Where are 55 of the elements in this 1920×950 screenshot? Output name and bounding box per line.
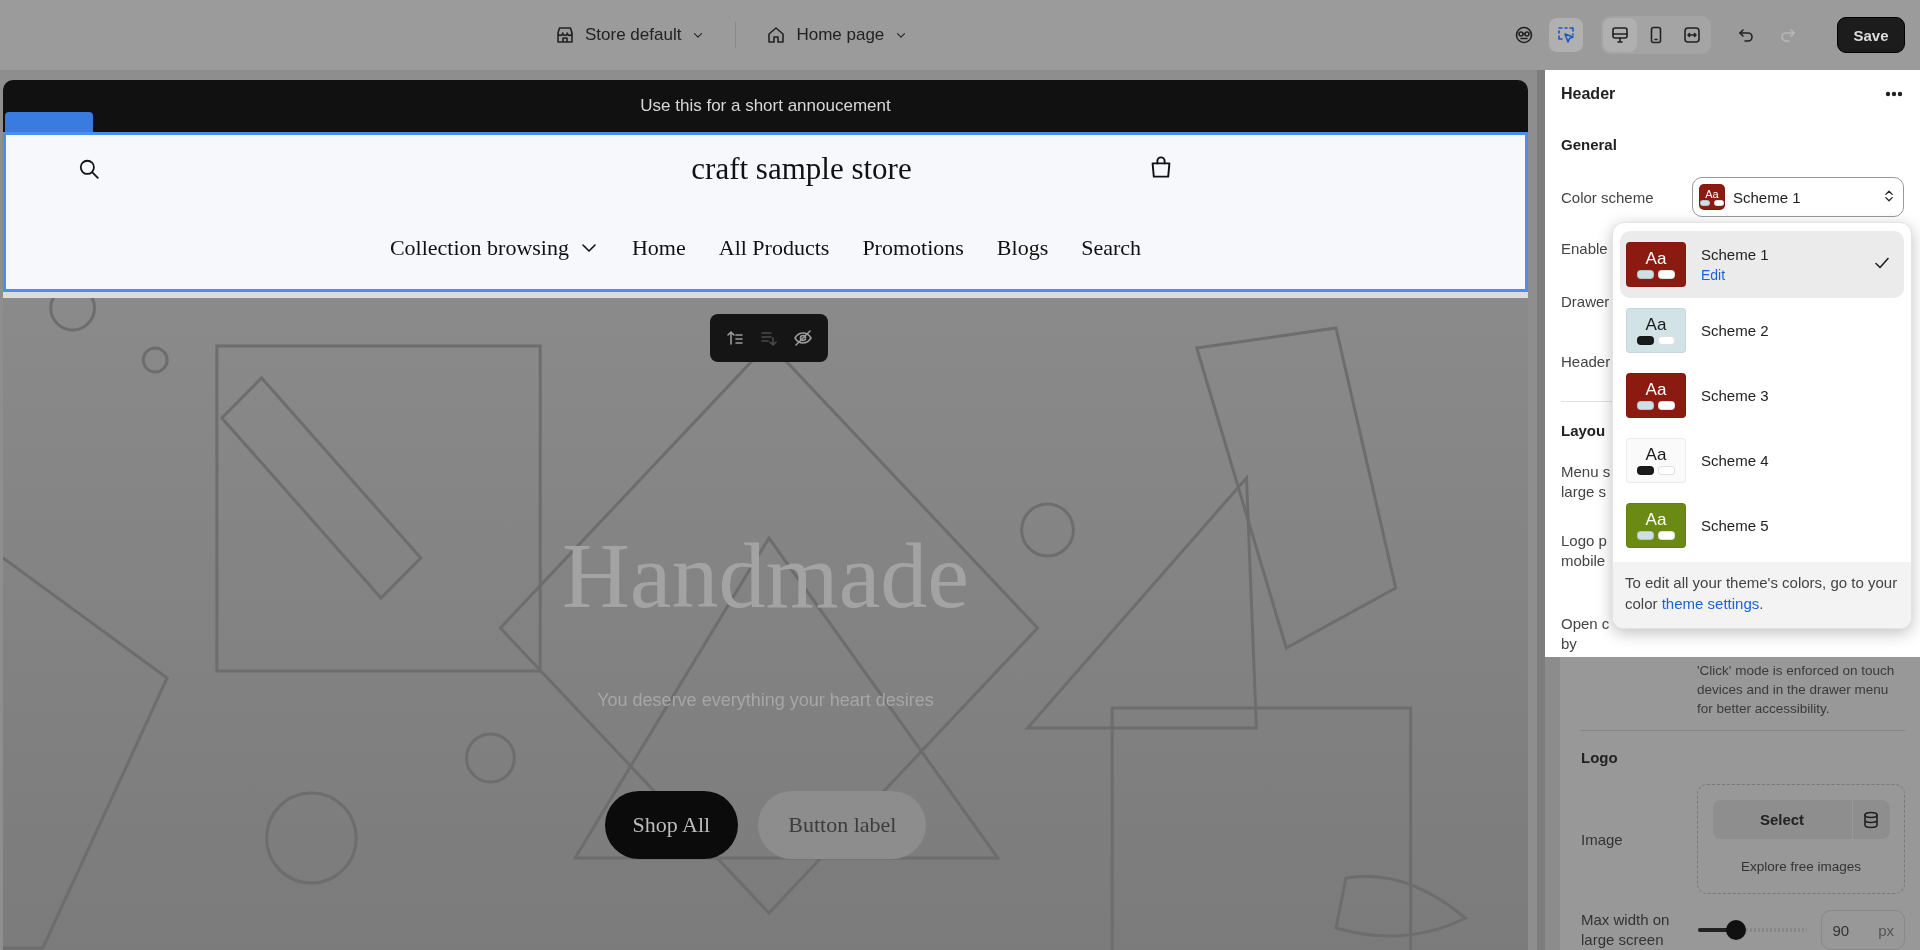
setting-label: Logo p mobile bbox=[1561, 531, 1607, 571]
setting-label: Max width on large screen bbox=[1581, 910, 1671, 950]
setting-label: Drawer bbox=[1561, 292, 1610, 310]
setting-label: Menu s large s bbox=[1561, 462, 1611, 502]
shopping-bag-icon bbox=[1149, 155, 1173, 179]
color-swatch: Aa bbox=[1699, 184, 1725, 210]
move-up-icon bbox=[725, 328, 745, 348]
search-icon bbox=[78, 158, 100, 180]
setting-label: Header bbox=[1561, 352, 1611, 370]
color-swatch: Aa bbox=[1626, 373, 1686, 418]
nav-link[interactable]: Search bbox=[1081, 235, 1142, 261]
scheme-option[interactable]: Aa Scheme 5 bbox=[1620, 493, 1904, 558]
store-icon bbox=[555, 25, 575, 45]
database-icon bbox=[1861, 809, 1881, 830]
section-heading: Layou bbox=[1561, 421, 1606, 439]
color-swatch: Aa bbox=[1626, 308, 1686, 353]
hide-icon bbox=[793, 328, 813, 348]
home-icon bbox=[766, 25, 787, 45]
select-tool-icon bbox=[1556, 25, 1576, 45]
helper-text: 'Click' mode is enforced on touch devices and in the drawer menu for better accessibility. bbox=[1697, 662, 1896, 718]
setting-label: Open c by bbox=[1561, 614, 1610, 654]
save-button[interactable]: Save bbox=[1837, 17, 1905, 53]
section-heading: Logo bbox=[1581, 749, 1619, 766]
color-swatch: Aa bbox=[1626, 503, 1686, 548]
color-scheme-select[interactable]: Aa Scheme 1 bbox=[1692, 177, 1904, 217]
edit-link[interactable]: Edit bbox=[1701, 267, 1769, 283]
desktop-icon bbox=[1610, 25, 1630, 45]
number-field[interactable]: 90 px bbox=[1821, 910, 1905, 950]
glasses-face-icon bbox=[1514, 25, 1534, 45]
nav-link[interactable]: Home bbox=[632, 235, 686, 261]
scheme-option[interactable]: Aa Scheme 2 bbox=[1620, 298, 1904, 363]
theme-selector[interactable]: Store default bbox=[555, 25, 706, 45]
nav-link[interactable]: Blogs bbox=[996, 235, 1049, 261]
color-swatch: Aa bbox=[1626, 438, 1686, 483]
desktop-view-button[interactable] bbox=[1603, 18, 1637, 52]
explore-link[interactable]: Explore free images bbox=[1740, 859, 1862, 874]
scheme-option[interactable]: Aa Scheme 4 bbox=[1620, 428, 1904, 493]
header-section[interactable]: craft sample store Collection browsing Home All Products Promotions Blogs Search bbox=[3, 132, 1528, 292]
setting-label: Color scheme bbox=[1561, 188, 1654, 206]
setting-label: Enable bbox=[1561, 239, 1608, 257]
section-heading: General bbox=[1561, 135, 1617, 153]
page-selector[interactable]: Home page bbox=[766, 25, 909, 45]
menu-footnote: To edit all your theme's colors, go to your color theme settings. bbox=[1613, 562, 1911, 628]
store-name[interactable]: craft sample store bbox=[691, 151, 912, 187]
scheme-option[interactable]: Aa Scheme 1 Edit bbox=[1620, 231, 1904, 298]
select-tool-button[interactable] bbox=[1549, 18, 1583, 52]
announcement-text: Use this for a short annoucement bbox=[640, 96, 891, 116]
scheme-option[interactable]: Aa Scheme 3 bbox=[1620, 363, 1904, 428]
color-swatch: Aa bbox=[1626, 242, 1686, 287]
fullwidth-icon bbox=[1682, 25, 1702, 45]
panel-title: Header bbox=[1561, 85, 1616, 103]
nav-link[interactable]: Collection browsing bbox=[389, 235, 599, 261]
nav-link[interactable]: All Products bbox=[718, 235, 830, 261]
nav-link[interactable]: Promotions bbox=[862, 235, 964, 261]
setting-label: Image bbox=[1581, 830, 1624, 848]
